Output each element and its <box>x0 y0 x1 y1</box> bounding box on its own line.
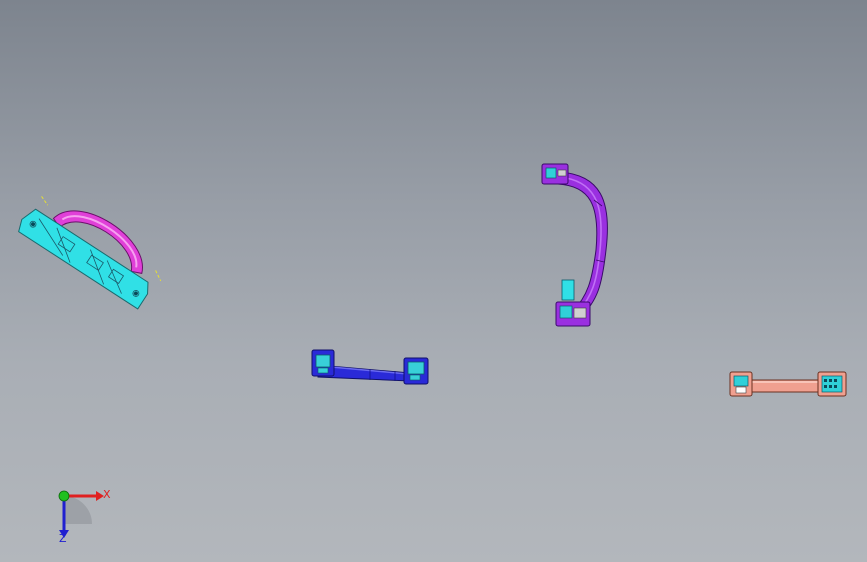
part-handle-purple[interactable] <box>541 163 608 327</box>
z-axis-label: Z <box>59 532 67 545</box>
3d-viewport[interactable]: X Z <box>0 0 867 562</box>
part-handle-blue[interactable] <box>311 349 429 385</box>
x-axis-label: X <box>103 488 111 501</box>
coordinate-triad: X Z <box>58 488 111 545</box>
part-handle-salmon[interactable] <box>729 371 847 397</box>
y-axis-dot <box>58 490 70 502</box>
model-scene[interactable]: X Z <box>0 0 867 562</box>
part-handle-cyan-magenta[interactable] <box>15 181 172 311</box>
